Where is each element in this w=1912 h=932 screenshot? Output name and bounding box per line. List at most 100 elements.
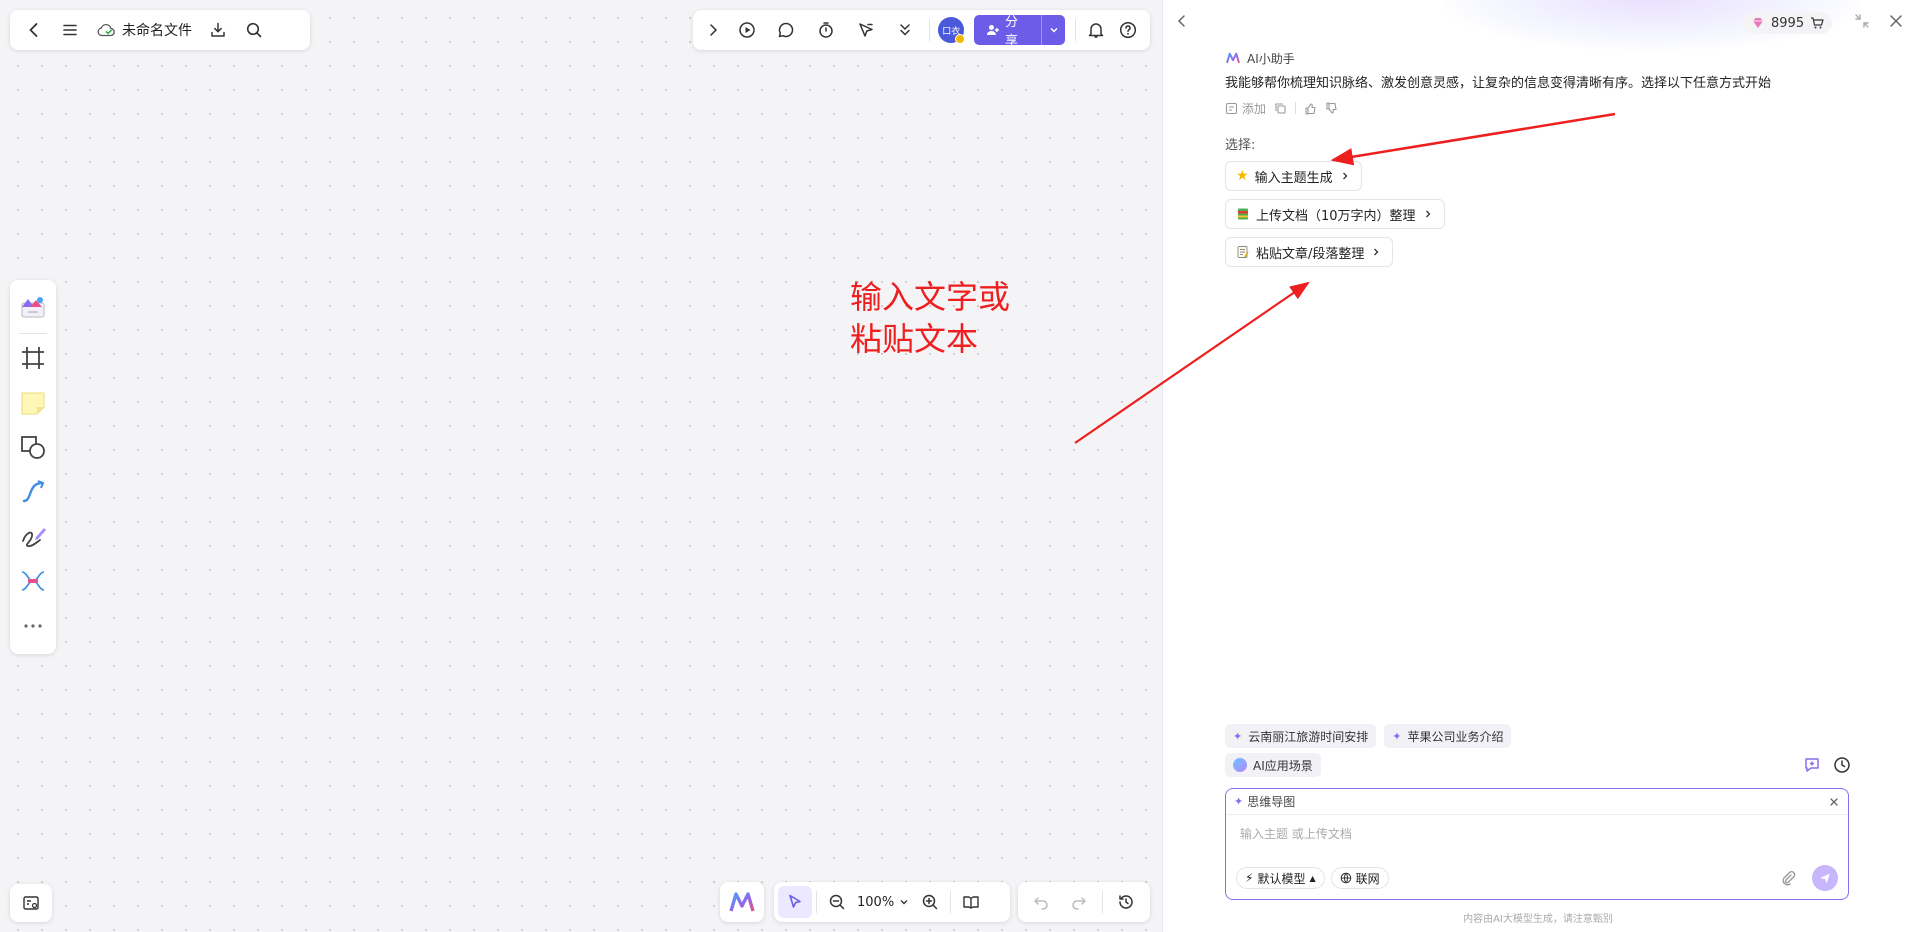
ai-app-scenarios-button[interactable]: AI应用场景 xyxy=(1225,753,1321,777)
version-history-button[interactable] xyxy=(1107,884,1145,920)
send-button[interactable] xyxy=(1812,865,1838,891)
copy-icon xyxy=(1275,102,1286,114)
timer-button[interactable] xyxy=(806,12,846,48)
back-button[interactable] xyxy=(16,12,52,48)
option-paste-article[interactable]: 粘贴文章/段落整理 xyxy=(1225,237,1394,267)
search-button[interactable] xyxy=(236,12,272,48)
mode-label: 思维导图 xyxy=(1247,795,1296,809)
mindmap-icon xyxy=(21,571,45,591)
left-tool-panel xyxy=(10,280,56,654)
share-button[interactable]: 分享 xyxy=(974,15,1066,49)
add-label: 添加 xyxy=(1242,101,1267,116)
cart-icon xyxy=(1811,17,1824,29)
close-icon[interactable] xyxy=(1828,796,1840,808)
connector-tool[interactable] xyxy=(13,469,53,514)
more-tools-left[interactable] xyxy=(13,603,53,648)
message-actions: 添加 xyxy=(1225,98,1865,118)
download-icon xyxy=(211,22,225,37)
download-button[interactable] xyxy=(200,12,236,48)
minimap-toggle[interactable] xyxy=(10,884,52,922)
model-selector[interactable]: ⚡ 默认模型 ▲ xyxy=(1236,867,1325,889)
present-button[interactable] xyxy=(727,12,767,48)
chevron-right-icon xyxy=(1374,248,1379,256)
avatar[interactable]: 口衣 xyxy=(938,17,965,44)
pen-tool[interactable] xyxy=(13,514,53,559)
cloud-saved-icon xyxy=(97,24,115,37)
memo-icon xyxy=(1237,246,1249,258)
chevron-left-icon xyxy=(29,23,38,37)
copy-button[interactable] xyxy=(1274,102,1287,115)
sticky-note-tool[interactable] xyxy=(13,380,53,425)
share-dropdown[interactable] xyxy=(1042,24,1066,36)
dislike-button[interactable] xyxy=(1325,101,1338,115)
help-button[interactable] xyxy=(1112,12,1144,48)
chip-label: 云南丽江旅游时间安排 xyxy=(1248,729,1369,744)
mode-tag: ✦ 思维导图 xyxy=(1234,793,1295,810)
cursor-icon xyxy=(789,894,801,908)
bell-icon xyxy=(1089,23,1104,38)
zoom-out-button[interactable] xyxy=(821,884,853,920)
suggestion-chip-lijiang[interactable]: ✦ 云南丽江旅游时间安排 xyxy=(1225,724,1377,748)
add-user-icon xyxy=(987,25,999,35)
frame-tool[interactable] xyxy=(13,336,53,381)
stopwatch-icon xyxy=(819,22,833,38)
expand-panel-button[interactable] xyxy=(1847,6,1877,36)
ai-logo-button[interactable] xyxy=(720,882,764,922)
frame-icon xyxy=(22,346,44,369)
ai-panel-header: 8995 xyxy=(1163,0,1912,48)
question-circle-icon xyxy=(1120,21,1137,39)
select-tool-button[interactable] xyxy=(778,886,812,918)
zoom-in-button[interactable] xyxy=(914,884,946,920)
zoom-in-icon xyxy=(922,894,938,910)
new-chat-button[interactable] xyxy=(1801,754,1823,776)
zoom-level-dropdown[interactable]: 100% xyxy=(853,895,914,910)
chevron-left-icon xyxy=(1177,15,1185,27)
file-name[interactable]: 未命名文件 xyxy=(88,14,200,46)
notification-button[interactable] xyxy=(1080,12,1112,48)
sparkle-icon: ✦ xyxy=(1392,729,1402,743)
book-icon xyxy=(1238,208,1248,220)
like-button[interactable] xyxy=(1304,102,1317,115)
divider xyxy=(1102,891,1103,913)
prompt-input[interactable] xyxy=(1240,827,1820,841)
thumbs-up-icon xyxy=(1305,102,1316,115)
chat-history-button[interactable] xyxy=(1831,754,1853,776)
shape-tool[interactable] xyxy=(13,425,53,470)
chevron-right-icon xyxy=(1342,172,1347,180)
play-circle-icon xyxy=(738,22,755,38)
connector-icon xyxy=(22,479,45,502)
divider xyxy=(1075,19,1077,41)
whiteboard-canvas[interactable] xyxy=(0,0,1160,932)
credits-badge[interactable]: 8995 xyxy=(1743,12,1833,34)
mindmap-tool[interactable] xyxy=(13,559,53,604)
collapse-arrows-icon xyxy=(1855,14,1869,28)
more-tools-button[interactable] xyxy=(886,12,926,48)
history-icon xyxy=(1119,895,1133,909)
option-label: 上传文档（10万字内）整理 xyxy=(1256,208,1416,224)
map-view-button[interactable] xyxy=(955,884,987,920)
gem-icon xyxy=(1753,18,1763,28)
expand-toolbar-button[interactable] xyxy=(699,12,727,48)
ai-logo-icon xyxy=(1226,52,1240,64)
close-panel-button[interactable] xyxy=(1881,6,1911,36)
ai-message: AI小助手 我能够帮你梳理知识脉络、激发创意灵感，让复杂的信息变得清晰有序。选择… xyxy=(1225,48,1865,267)
template-tool[interactable] xyxy=(13,286,53,331)
globe-icon xyxy=(1340,872,1351,884)
web-search-toggle[interactable]: 联网 xyxy=(1330,867,1389,889)
laser-pointer-button[interactable] xyxy=(846,12,886,48)
redo-button[interactable] xyxy=(1060,884,1098,920)
shapes-icon xyxy=(21,436,45,460)
chevron-right-icon xyxy=(710,24,717,36)
add-note-icon xyxy=(1225,102,1238,114)
suggestion-chip-apple[interactable]: ✦ 苹果公司业务介绍 xyxy=(1384,724,1512,748)
share-main[interactable]: 分享 xyxy=(974,15,1042,49)
option-upload-document[interactable]: 上传文档（10万字内）整理 xyxy=(1225,199,1445,229)
attach-button[interactable] xyxy=(1776,866,1800,890)
menu-button[interactable] xyxy=(52,12,88,48)
collapse-panel-button[interactable] xyxy=(1167,6,1197,36)
comment-button[interactable] xyxy=(767,12,807,48)
chevron-down-icon xyxy=(900,900,908,905)
option-topic-generate[interactable]: ★ 输入主题生成 xyxy=(1225,161,1362,191)
undo-button[interactable] xyxy=(1022,884,1060,920)
add-to-canvas-button[interactable]: 添加 xyxy=(1225,100,1266,117)
